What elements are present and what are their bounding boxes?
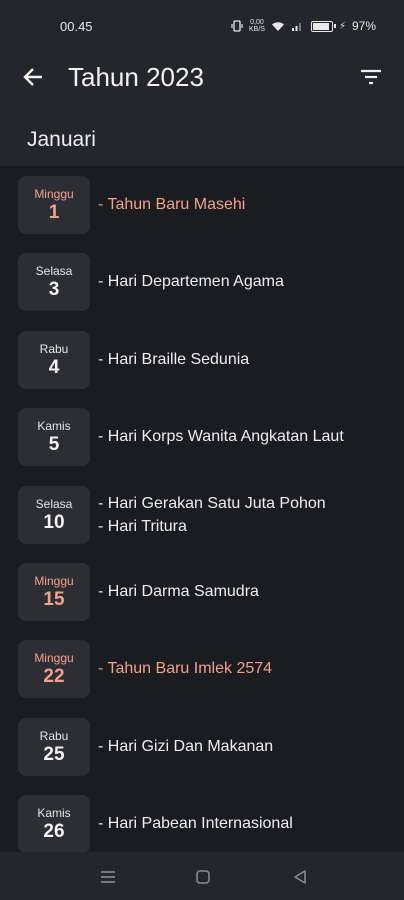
day-row[interactable]: Selasa 3 - Hari Departemen Agama xyxy=(0,243,404,320)
menu-icon xyxy=(101,871,115,883)
status-time: 00.45 xyxy=(60,18,93,34)
date-box: Minggu 15 xyxy=(18,563,90,621)
day-name: Rabu xyxy=(39,341,69,356)
event-text: - Hari Korps Wanita Angkatan Laut xyxy=(98,428,344,445)
status-bar: 00.45 0,00 KB/S ⚡ 97% xyxy=(0,0,404,52)
event-list: - Tahun Baru Masehi xyxy=(98,193,245,216)
day-row[interactable]: Kamis 26 - Hari Pabean Internasional xyxy=(0,785,404,862)
day-number: 25 xyxy=(43,743,65,765)
day-number: 1 xyxy=(48,201,60,223)
date-box: Rabu 25 xyxy=(18,718,90,776)
day-number: 5 xyxy=(48,433,60,455)
date-box: Kamis 26 xyxy=(18,795,90,853)
signal-icon xyxy=(291,22,301,31)
event-list: - Hari Braille Sedunia xyxy=(98,348,249,371)
event-list: - Hari Gerakan Satu Juta Pohon - Hari Tri… xyxy=(98,492,326,538)
event-text: - Hari Gerakan Satu Juta Pohon xyxy=(98,495,326,512)
battery-icon xyxy=(310,20,336,32)
event-text: - Tahun Baru Imlek 2574 xyxy=(98,660,273,677)
day-name: Rabu xyxy=(39,728,69,743)
event-text: - Hari Departemen Agama xyxy=(98,273,284,290)
date-box: Minggu 22 xyxy=(18,640,90,698)
charging-icon: ⚡ xyxy=(338,20,346,32)
day-row[interactable]: Selasa 10- Hari Gerakan Satu Juta Pohon - … xyxy=(0,476,404,553)
day-row[interactable]: Minggu 15 - Hari Darma Samudra xyxy=(0,553,404,630)
filter-icon xyxy=(361,69,381,85)
day-name: Selasa xyxy=(35,496,73,511)
day-row[interactable]: Minggu 22 - Tahun Baru Imlek 2574 xyxy=(0,630,404,707)
date-box: Rabu 4 xyxy=(18,331,90,389)
event-list: - Hari Pabean Internasional xyxy=(98,812,293,835)
arrow-left-icon xyxy=(23,68,42,86)
date-box: Selasa 3 xyxy=(18,253,90,311)
event-text: - Hari Tritura xyxy=(98,518,187,535)
day-name: Minggu xyxy=(34,573,74,588)
day-name: Minggu xyxy=(34,650,74,665)
event-list: - Hari Korps Wanita Angkatan Laut xyxy=(98,425,344,448)
month-label: Januari xyxy=(27,128,96,151)
wifi-icon xyxy=(271,21,284,31)
day-name: Minggu xyxy=(34,186,74,201)
day-number: 15 xyxy=(43,588,65,610)
event-text: - Tahun Baru Masehi xyxy=(98,196,246,213)
day-row[interactable]: Rabu 25 - Hari Gizi Dan Makanan xyxy=(0,708,404,785)
event-list: - Hari Gizi Dan Makanan xyxy=(98,735,273,758)
event-text: - Hari Braille Sedunia xyxy=(98,351,250,368)
day-number: 3 xyxy=(48,278,60,300)
status-icons: 0,00 KB/S ⚡ 97% xyxy=(231,19,376,33)
home-button[interactable] xyxy=(192,866,214,888)
date-box: Minggu 1 xyxy=(18,176,90,234)
event-text: - Hari Pabean Internasional xyxy=(98,815,293,832)
month-header: Januari xyxy=(0,104,404,166)
event-list: - Hari Darma Samudra xyxy=(98,580,259,603)
triangle-back-icon xyxy=(294,870,306,884)
day-name: Kamis xyxy=(37,805,71,820)
app-bar: Tahun 2023 xyxy=(0,52,404,104)
event-text: - Hari Gizi Dan Makanan xyxy=(98,738,274,755)
filter-button[interactable] xyxy=(356,62,386,92)
battery-percent: 97% xyxy=(351,19,376,33)
day-number: 26 xyxy=(43,820,65,842)
day-number: 4 xyxy=(48,356,60,378)
day-row[interactable]: Kamis 5 - Hari Korps Wanita Angkatan Laut xyxy=(0,398,404,475)
vibrate-icon xyxy=(231,20,243,32)
date-box: Kamis 5 xyxy=(18,408,90,466)
home-icon xyxy=(196,870,210,884)
day-number: 10 xyxy=(43,511,65,533)
date-box: Selasa 10 xyxy=(18,486,90,544)
event-text: - Hari Darma Samudra xyxy=(98,583,259,600)
day-name: Selasa xyxy=(35,263,73,278)
network-speed: 0,00 KB/S xyxy=(248,19,265,33)
day-number: 22 xyxy=(43,665,65,687)
event-list: - Tahun Baru Imlek 2574 xyxy=(98,657,272,680)
day-row[interactable]: Rabu 4 - Hari Braille Sedunia xyxy=(0,321,404,398)
recent-apps-button[interactable] xyxy=(97,866,119,888)
navigation-bar xyxy=(0,852,404,900)
page-title: Tahun 2023 xyxy=(68,62,204,92)
day-row[interactable]: Minggu 1 - Tahun Baru Masehi xyxy=(0,166,404,243)
day-name: Kamis xyxy=(37,418,71,433)
back-button[interactable] xyxy=(18,62,48,92)
system-back-button[interactable] xyxy=(289,866,311,888)
event-list: - Hari Departemen Agama xyxy=(98,270,284,293)
